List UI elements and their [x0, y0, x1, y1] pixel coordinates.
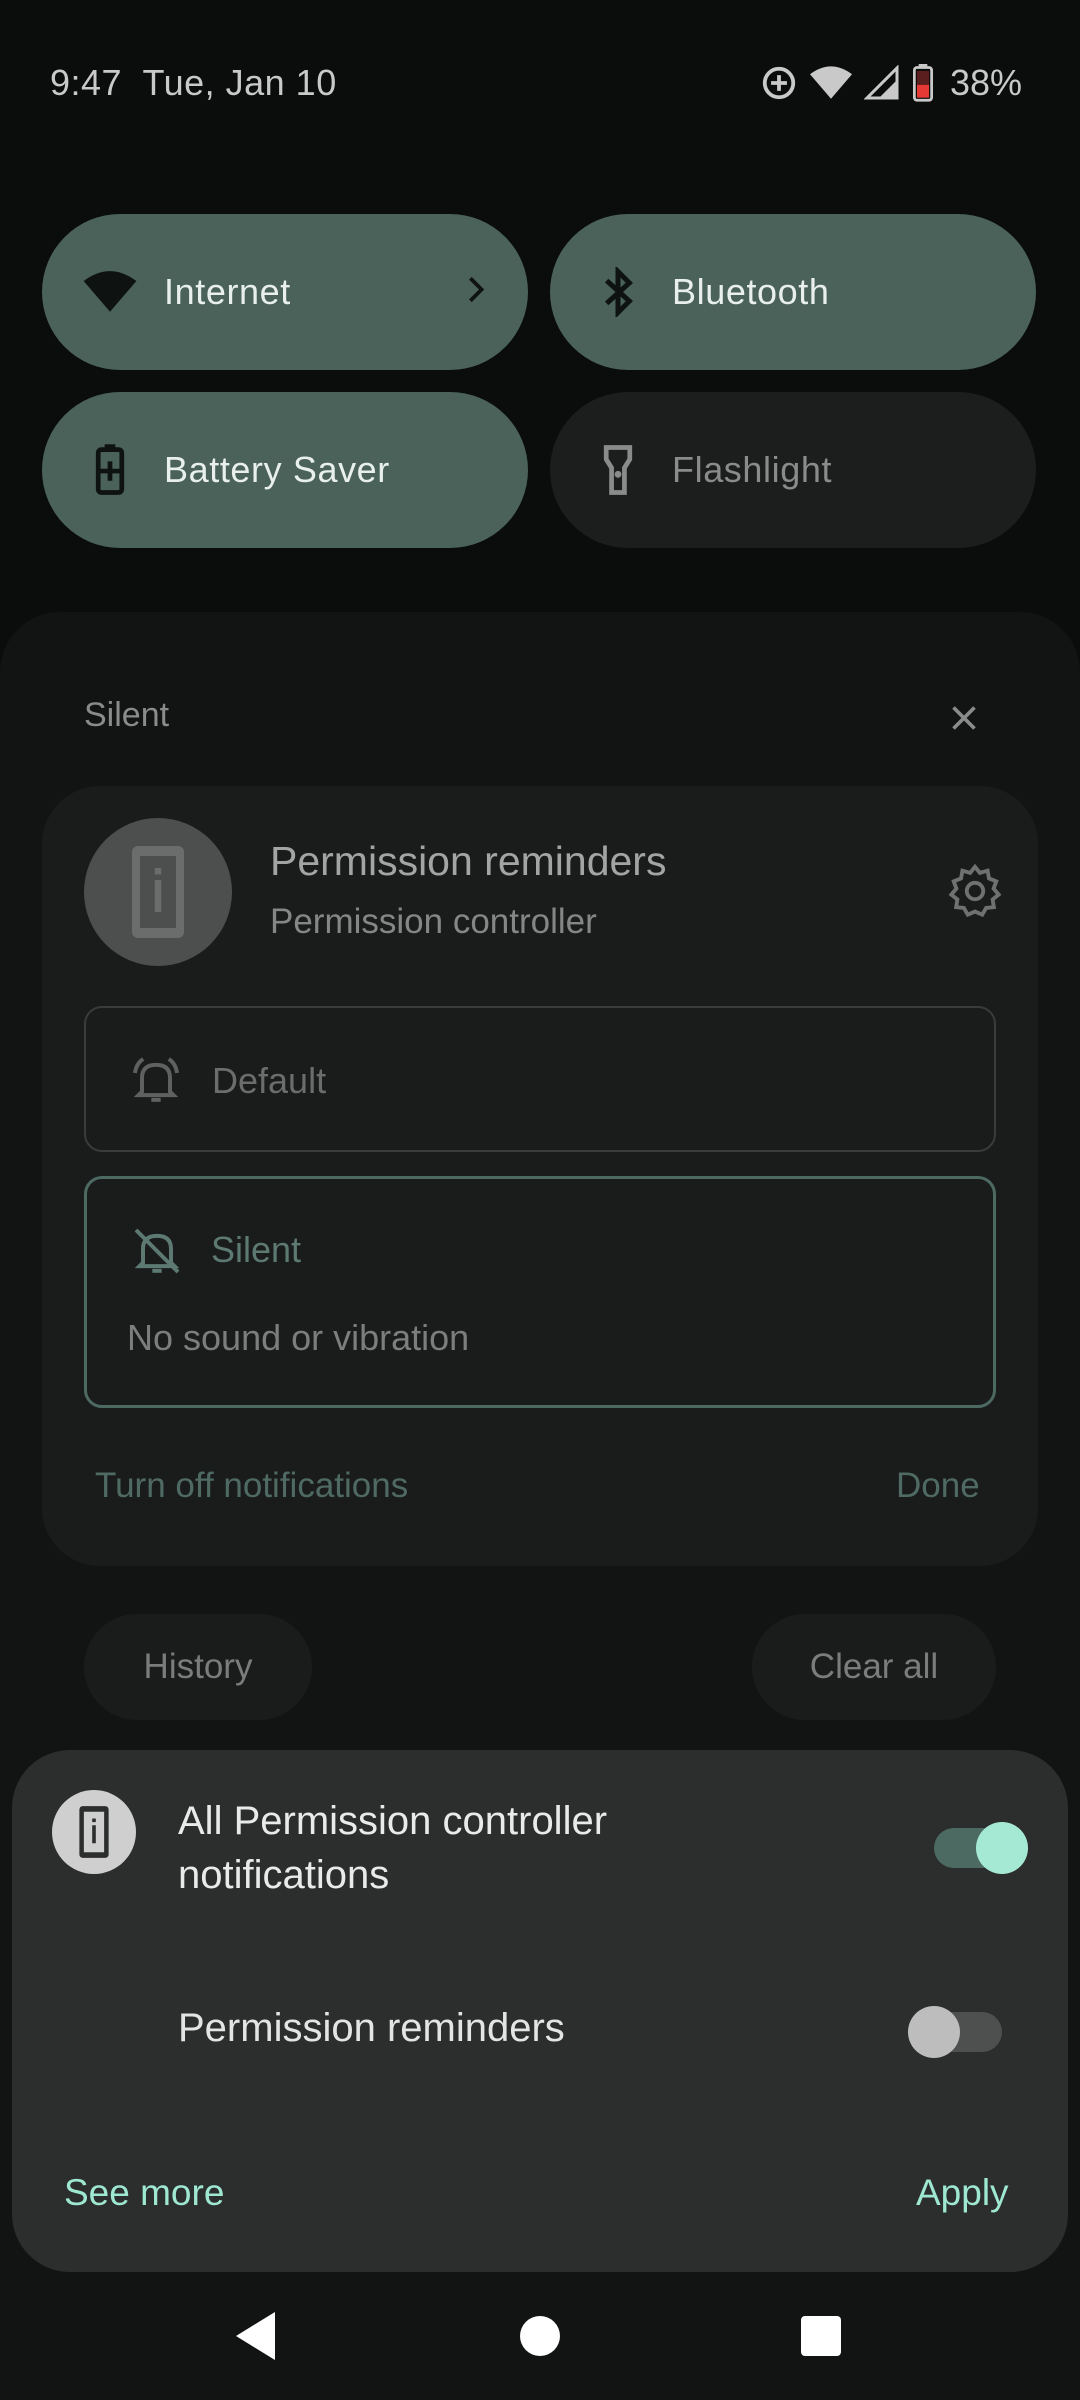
bluetooth-icon — [590, 264, 646, 320]
status-bar: 9:47 Tue, Jan 10 38% — [0, 0, 1080, 170]
recents-icon[interactable] — [801, 2316, 841, 2356]
done-button[interactable]: Done — [896, 1466, 980, 1506]
status-time: 9:47 — [50, 62, 123, 103]
option-default-label: Default — [212, 1060, 327, 1101]
see-more-button[interactable]: See more — [64, 2172, 224, 2214]
battery-percent: 38% — [949, 62, 1022, 103]
app-icon — [84, 818, 232, 966]
tile-internet[interactable]: Internet — [42, 214, 528, 370]
chevron-right-icon — [464, 275, 488, 310]
flashlight-icon — [590, 442, 646, 498]
bell-ring-icon — [128, 1052, 184, 1113]
status-icons: 38% — [760, 62, 1022, 104]
history-button[interactable]: History — [84, 1614, 312, 1720]
toggle-thumb — [976, 1822, 1028, 1874]
home-icon[interactable] — [520, 2316, 560, 2356]
battery-icon — [912, 64, 934, 102]
toggle-thumb — [908, 2006, 960, 2058]
option-silent-description: No sound or vibration — [127, 1317, 470, 1358]
tile-bluetooth-label: Bluetooth — [672, 271, 830, 312]
all-notifications-toggle[interactable] — [934, 1822, 1028, 1874]
gear-icon[interactable] — [946, 862, 1006, 922]
turn-off-notifications-button[interactable]: Turn off notifications — [95, 1466, 408, 1506]
status-time-date: 9:47 Tue, Jan 10 — [50, 62, 337, 104]
wifi-icon — [809, 64, 852, 102]
option-silent[interactable]: Silent No sound or vibration — [84, 1176, 996, 1408]
tile-battery-saver[interactable]: Battery Saver — [42, 392, 528, 548]
bell-off-icon — [129, 1223, 185, 1284]
channel-label: Permission reminders — [178, 2006, 565, 2050]
close-icon[interactable] — [946, 700, 982, 736]
back-icon[interactable] — [236, 2312, 278, 2365]
wifi-icon — [82, 264, 138, 320]
tile-internet-label: Internet — [164, 271, 291, 312]
cell-signal-icon — [863, 65, 900, 101]
app-icon — [52, 1790, 136, 1874]
option-default[interactable]: Default — [84, 1006, 996, 1152]
tile-bluetooth[interactable]: Bluetooth — [550, 214, 1036, 370]
notification-title: Permission reminders — [270, 838, 667, 884]
permission-reminders-toggle[interactable] — [908, 2006, 1002, 2058]
battery-saver-icon — [82, 442, 138, 498]
dialog-title: All Permission controller notifications — [178, 1799, 608, 1897]
apply-button[interactable]: Apply — [916, 2172, 1009, 2214]
tile-flashlight[interactable]: Flashlight — [550, 392, 1036, 548]
data-saver-icon — [760, 64, 798, 102]
tile-flashlight-label: Flashlight — [672, 449, 833, 490]
status-date: Tue, Jan 10 — [142, 62, 337, 103]
section-header: Silent — [84, 696, 170, 734]
tile-battery-saver-label: Battery Saver — [164, 449, 390, 490]
option-silent-label: Silent — [211, 1229, 302, 1270]
notification-subtitle: Permission controller — [270, 902, 597, 941]
clear-all-button[interactable]: Clear all — [752, 1614, 996, 1720]
